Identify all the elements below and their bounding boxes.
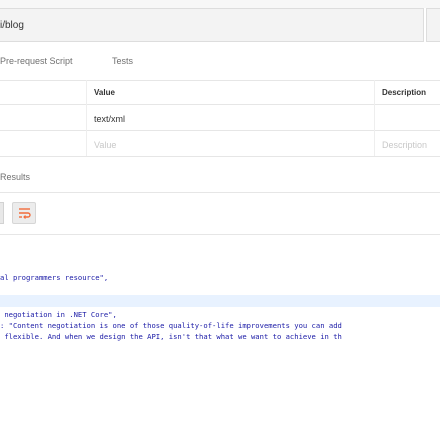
wrap-lines-button[interactable]	[12, 202, 36, 224]
table-bottom-border	[0, 156, 440, 157]
response-view-button[interactable]	[0, 202, 4, 224]
request-url-text[interactable]: i/blog	[0, 20, 24, 31]
column-header-value: Value	[94, 88, 115, 97]
new-value-input[interactable]: Value	[94, 140, 116, 150]
wrap-lines-icon	[19, 208, 31, 219]
response-code-line: negotiation in .NET Core",	[0, 310, 117, 319]
column-header-description: Description	[382, 88, 427, 97]
column-separator	[374, 80, 375, 156]
request-url-bar[interactable]: i/blog	[0, 8, 424, 42]
response-code-line: al programmers resource",	[0, 273, 109, 282]
send-button-edge[interactable]	[426, 8, 440, 42]
response-code-line: : "Content negotiation is one of those q…	[0, 321, 342, 330]
tab-pre-request-script[interactable]: Pre-request Script	[0, 56, 73, 66]
column-separator	[86, 80, 87, 156]
new-description-input[interactable]: Description	[382, 140, 427, 150]
tab-tests[interactable]: Tests	[112, 56, 133, 66]
postman-window: i/blog Pre-request Script Tests Value De…	[0, 0, 440, 440]
active-line-highlight	[0, 295, 440, 307]
results-tab[interactable]: Results	[0, 172, 30, 182]
response-toolbar-divider	[0, 234, 440, 235]
results-divider	[0, 192, 440, 193]
top-strip	[0, 0, 440, 8]
response-code-line: flexible. And when we design the API, is…	[0, 332, 342, 341]
param-value-cell[interactable]: text/xml	[94, 114, 125, 124]
